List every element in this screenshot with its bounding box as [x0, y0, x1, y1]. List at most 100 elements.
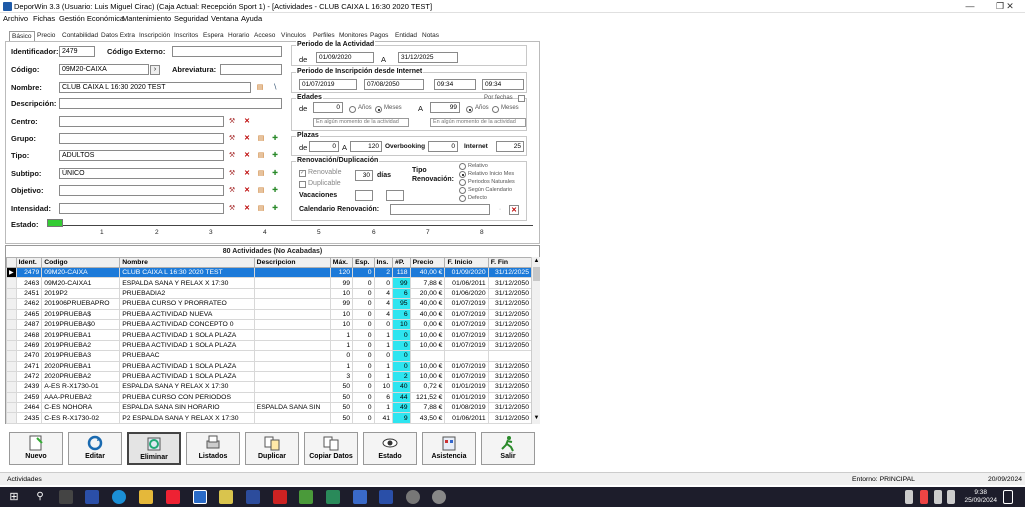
table-row[interactable]: 2464 C-ES NOHORA ESPALDA SANA SIN HORARIO E… — [6, 402, 533, 414]
renovacion-defecto-radio[interactable] — [459, 195, 466, 202]
edades-de-anos-radio[interactable] — [349, 106, 356, 113]
tab-pagos[interactable]: Pagos — [368, 31, 390, 41]
settings-icon[interactable] — [406, 490, 420, 504]
tab-contabilidad[interactable]: Contabilidad — [60, 31, 100, 41]
identificador-field[interactable]: 2479 — [59, 46, 95, 57]
minimize-icon[interactable]: — — [955, 0, 985, 13]
menu-mantenimiento[interactable]: Mantenimiento — [122, 14, 171, 23]
codigo-field[interactable]: 09M20-CAIXA — [59, 64, 149, 75]
clear-icon[interactable]: ✕ — [242, 151, 252, 161]
renovacion-segun-calendario-radio[interactable] — [459, 187, 466, 194]
row-marker[interactable] — [6, 412, 17, 424]
vacaciones-to-field[interactable] — [386, 190, 404, 201]
codigo-externo-field[interactable] — [172, 46, 282, 57]
duplicar-button[interactable]: Duplicar — [245, 432, 299, 465]
renovable-checkbox[interactable]: ✓ — [299, 170, 306, 177]
clear-icon[interactable]: ✕ — [242, 169, 252, 179]
tray-icon[interactable] — [947, 490, 955, 504]
app-icon[interactable] — [379, 490, 393, 504]
row-marker[interactable]: ▶ — [6, 266, 17, 279]
tab-perfiles[interactable]: Perfiles — [311, 31, 337, 41]
table-row[interactable]: 2463 09M20-CAIXA1 ESPALDA SANA Y RELAX X 1… — [6, 277, 533, 289]
app-icon[interactable] — [273, 490, 287, 504]
search-icon[interactable]: ⚒ — [227, 186, 237, 196]
row-marker[interactable] — [6, 329, 17, 341]
terminal-icon[interactable] — [59, 490, 73, 504]
tab-vinculos[interactable]: Vínculos — [279, 31, 308, 41]
edades-de-meses-radio[interactable] — [375, 106, 382, 113]
translate-icon[interactable]: ▤ — [255, 83, 265, 93]
scroll-up-icon[interactable]: ▲ — [533, 258, 540, 266]
row-marker[interactable] — [6, 370, 17, 383]
vacaciones-from-field[interactable] — [355, 190, 373, 201]
row-marker[interactable] — [6, 360, 17, 372]
app-icon[interactable] — [219, 490, 233, 504]
editar-button[interactable]: Editar — [68, 432, 122, 465]
plazas-a-field[interactable]: 120 — [350, 141, 382, 152]
windows-start-icon[interactable]: ⊞ — [7, 490, 21, 504]
renovacion-dias-field[interactable]: 30 — [355, 170, 373, 181]
row-marker[interactable] — [6, 287, 17, 300]
table-row[interactable]: 2470 2019PRUEBA3 PRUEBAAC 0 0 0 0 — [6, 350, 533, 362]
add-icon[interactable]: ✚ — [270, 186, 280, 196]
estado-slider-thumb[interactable] — [47, 219, 63, 227]
app-icon[interactable] — [299, 490, 313, 504]
renovacion-relativo-radio[interactable] — [459, 163, 466, 170]
menu-gestion-economica[interactable]: Gestión Económica — [59, 14, 124, 23]
tab-horario[interactable]: Horario — [226, 31, 251, 41]
inscripcion-from-field[interactable]: 01/07/2019 — [299, 79, 357, 90]
table-row[interactable]: 2462 201906PRUEBAPRO PRUEBA CURSO Y PRORRA… — [6, 298, 533, 310]
calendario-renovacion-field[interactable] — [390, 204, 490, 215]
column-header[interactable]: Codigo — [41, 257, 121, 268]
column-header[interactable]: Ins. — [373, 257, 394, 268]
table-row[interactable]: 2471 2020PRUEBA1 PRUEBA ACTIVIDAD 1 SOLA P… — [6, 360, 533, 372]
search-icon[interactable]: ⚒ — [227, 117, 237, 127]
descripcion-field[interactable] — [59, 98, 282, 109]
app-icon[interactable] — [166, 490, 180, 504]
calendar-lookup-icon[interactable]: · — [495, 205, 505, 215]
row-marker[interactable] — [6, 350, 17, 362]
row-marker[interactable] — [6, 308, 17, 320]
clear-icon[interactable]: ✕ — [242, 204, 252, 214]
scroll-thumb[interactable] — [533, 267, 540, 281]
listados-button[interactable]: Listados — [186, 432, 240, 465]
abreviatura-field[interactable] — [220, 64, 282, 75]
menu-ventana[interactable]: Ventana — [211, 14, 239, 23]
table-row[interactable]: 2435 C-ES R-X1730-02 P2 ESPALDA SANA Y REL… — [6, 412, 533, 424]
table-icon[interactable]: ▤ — [256, 204, 266, 214]
periodo-to-field[interactable]: 31/12/2025 — [398, 52, 458, 63]
tab-inscritos[interactable]: Inscritos — [172, 31, 200, 41]
search-icon[interactable]: ⚲ — [33, 490, 47, 504]
scroll-down-icon[interactable]: ▼ — [533, 415, 540, 423]
tray-icon[interactable] — [934, 490, 942, 504]
overbooking-field[interactable]: 0 — [428, 141, 458, 152]
tab-monitores[interactable]: Monitores — [337, 31, 370, 41]
clear-icon[interactable]: ✕ — [242, 186, 252, 196]
table-row[interactable]: 2487 2019PRUEBA$0 PRUEBA ACTIVIDAD CONCEPT… — [6, 318, 533, 331]
add-icon[interactable]: ✚ — [270, 204, 280, 214]
nombre-field[interactable]: CLUB CAIXA L 16:30 2020 TEST — [59, 82, 251, 93]
inscripcion-time-to[interactable]: 09:34 — [482, 79, 524, 90]
edades-a-meses-radio[interactable] — [492, 106, 499, 113]
tab-inscripcion[interactable]: Inscripción — [137, 31, 172, 41]
column-header[interactable]: Nombre — [119, 257, 255, 268]
app-icon[interactable] — [353, 490, 367, 504]
row-marker[interactable] — [6, 277, 17, 289]
grid-scrollbar[interactable]: ▲ ▼ — [531, 257, 540, 424]
deporwin-icon[interactable] — [193, 490, 207, 504]
app-icon[interactable] — [246, 490, 260, 504]
row-marker[interactable] — [6, 298, 17, 310]
inscripcion-to-field[interactable]: 07/08/2050 — [364, 79, 424, 90]
inscripcion-time-from[interactable]: 09:34 — [434, 79, 476, 90]
menu-seguridad[interactable]: Seguridad — [174, 14, 208, 23]
plazas-de-field[interactable]: 0 — [309, 141, 339, 152]
menu-ayuda[interactable]: Ayuda — [241, 14, 262, 23]
edades-momento-from[interactable]: En algún momento de la actividad — [313, 118, 409, 127]
table-icon[interactable]: ▤ — [256, 169, 266, 179]
objetivo-field[interactable] — [59, 185, 224, 196]
table-row[interactable]: 2468 2019PRUEBA1 PRUEBA ACTIVIDAD 1 SOLA P… — [6, 329, 533, 341]
column-header[interactable]: F. Fin — [487, 257, 533, 268]
search-icon[interactable]: ⚒ — [227, 134, 237, 144]
centro-field[interactable] — [59, 116, 224, 127]
tipo-field[interactable]: ADULTOS — [59, 150, 224, 161]
